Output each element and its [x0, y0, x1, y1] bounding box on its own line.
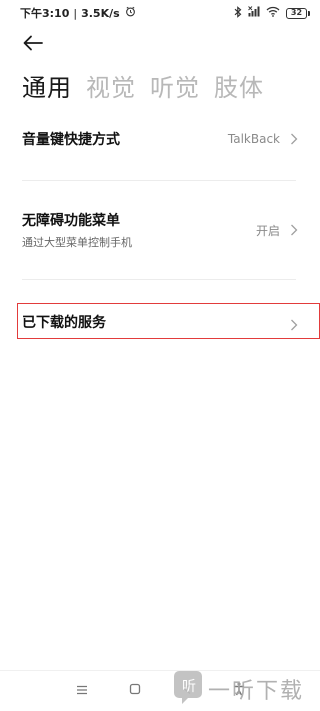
back-button[interactable]	[22, 34, 50, 56]
accessibility-menu-title: 无障碍功能菜单	[22, 213, 120, 229]
downloaded-services-row[interactable]: 已下载的服务	[22, 311, 298, 333]
menu-nav-icon[interactable]	[76, 683, 88, 699]
svg-text:听: 听	[182, 679, 196, 695]
watermark-logo-icon: 听	[173, 669, 204, 709]
status-separator: |	[73, 6, 78, 20]
volume-shortcut-row[interactable]: 音量键快捷方式 TalkBack	[22, 128, 298, 150]
tab-general[interactable]: 通用	[22, 68, 72, 103]
watermark: 听 一听下载	[173, 669, 304, 709]
battery-icon: 32	[286, 7, 310, 19]
tab-physical[interactable]: 肢体	[214, 68, 264, 103]
volume-shortcut-title: 音量键快捷方式	[22, 132, 120, 148]
divider	[22, 279, 296, 280]
category-tabs: 通用 视觉 听觉 肢体	[22, 68, 264, 103]
status-time: 下午3:10	[20, 7, 70, 20]
tab-vision[interactable]: 视觉	[86, 68, 136, 103]
network-speed: 3.5K/s	[81, 6, 120, 20]
volume-shortcut-value: TalkBack	[227, 132, 280, 146]
accessibility-menu-status: 开启	[255, 223, 280, 238]
home-nav-icon[interactable]	[129, 683, 141, 699]
tab-hearing[interactable]: 听觉	[150, 68, 200, 103]
back-arrow-icon	[22, 35, 44, 55]
wifi-icon	[266, 6, 280, 20]
chevron-right-icon	[290, 133, 298, 145]
status-right: 32	[234, 5, 310, 21]
alarm-icon	[125, 6, 136, 20]
chevron-right-icon	[290, 224, 298, 236]
status-bar: 下午3:10 | 3.5K/s 32	[0, 0, 320, 26]
accessibility-menu-row[interactable]: 无障碍功能菜单 通过大型菜单控制手机 开启	[22, 212, 298, 249]
signal-icon	[248, 6, 260, 20]
chevron-right-icon	[290, 316, 298, 331]
divider	[22, 180, 296, 181]
battery-level: 32	[286, 7, 307, 19]
downloaded-services-title: 已下载的服务	[22, 315, 106, 331]
status-left: 下午3:10 | 3.5K/s	[20, 5, 136, 21]
accessibility-menu-subtitle: 通过大型菜单控制手机	[22, 236, 132, 249]
watermark-text: 一听下载	[207, 679, 304, 704]
bluetooth-icon	[234, 5, 242, 21]
